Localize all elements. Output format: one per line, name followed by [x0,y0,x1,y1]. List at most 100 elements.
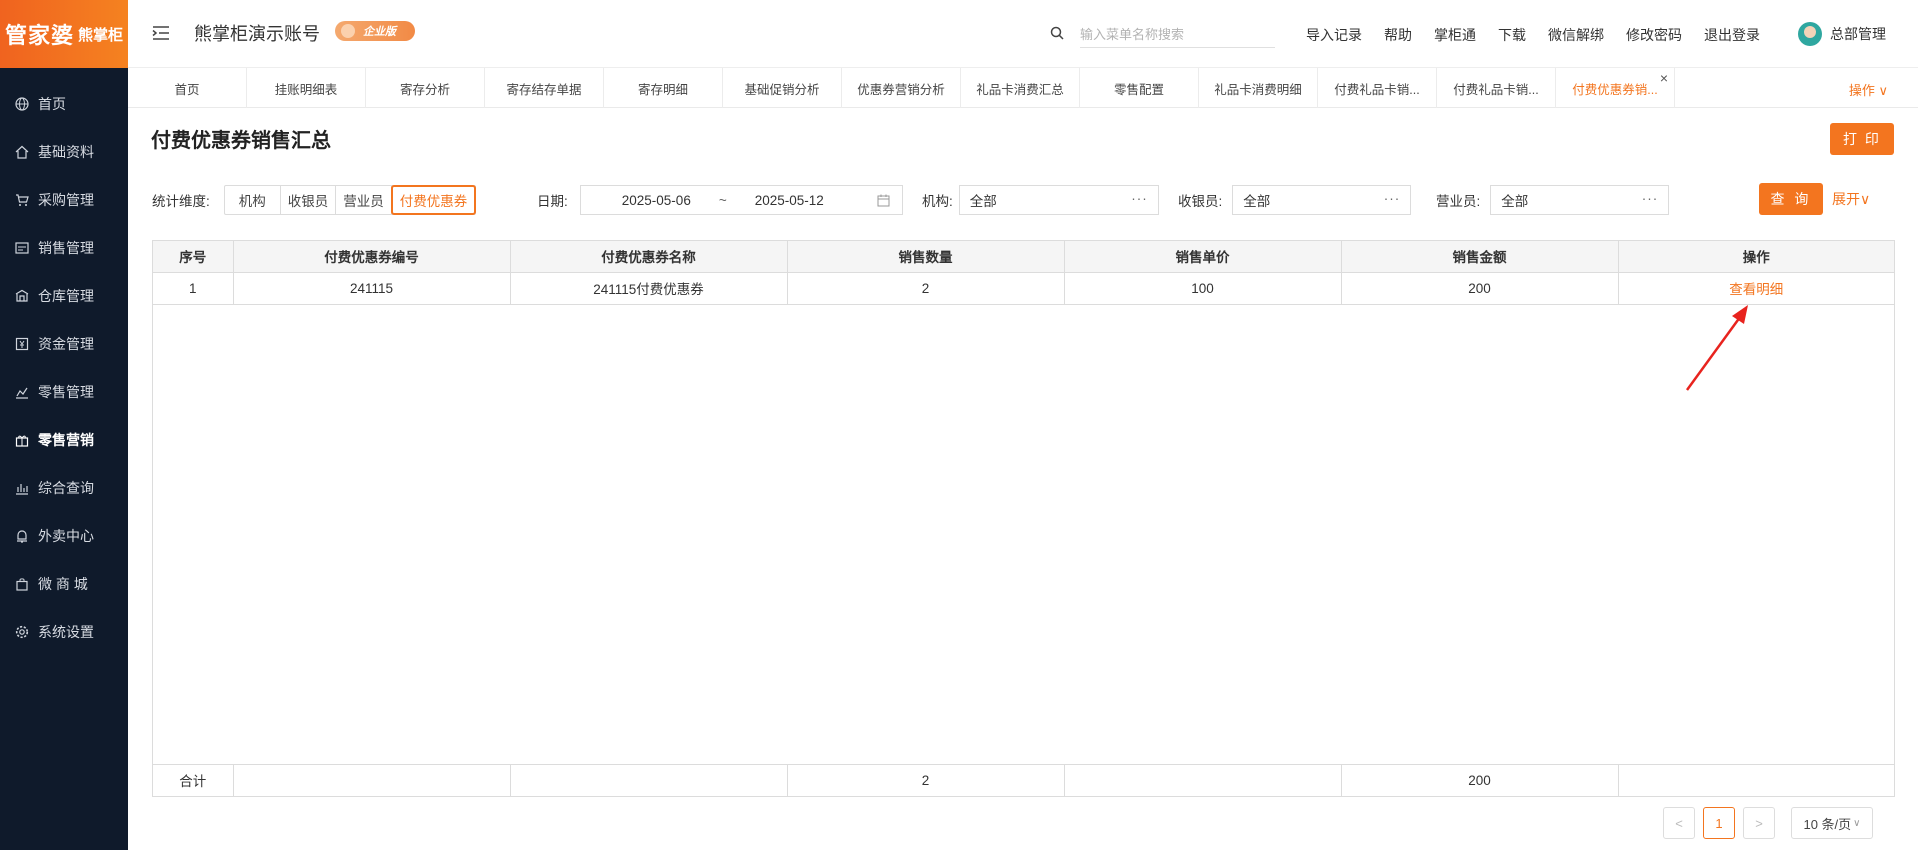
expand-toggle[interactable]: 展开∨ [1832,189,1870,209]
column-header[interactable]: 序号 [153,241,234,273]
print-button[interactable]: 打 印 [1830,123,1894,155]
cell-amount: 200 [1341,272,1619,305]
sidebar-item-retail[interactable]: 零售管理 [0,368,128,416]
sidebar-item-label: 综合查询 [38,480,94,496]
date-separator: ~ [718,192,727,208]
more-icon[interactable]: ··· [1642,191,1659,206]
more-icon[interactable]: ··· [1131,191,1148,206]
sidebar-item-label: 基础资料 [38,144,94,160]
menu-toggle-icon[interactable] [152,24,170,42]
total-row: 合计 2 200 [153,763,1894,796]
help-link[interactable]: 帮助 [1384,25,1412,45]
user-name: 总部管理 [1830,26,1886,42]
total-empty [1618,763,1894,796]
dimension-option-clerk[interactable]: 营业员 [336,186,392,214]
page-number-button[interactable]: 1 [1703,807,1735,839]
column-header[interactable]: 销售金额 [1341,241,1619,273]
dimension-option-coupon[interactable]: 付费优惠券 [390,185,477,215]
download-link[interactable]: 下载 [1498,25,1526,45]
sidebar-item-query[interactable]: 综合查询 [0,464,128,512]
chart-icon [14,384,30,400]
logout-link[interactable]: 退出登录 [1704,25,1760,45]
search-icon[interactable] [1050,26,1064,40]
star-icon [341,24,355,38]
clerk-filter: 营业员: 全部 ··· [1436,185,1670,215]
change-password-link[interactable]: 修改密码 [1626,25,1682,45]
wechat-unbind-link[interactable]: 微信解绑 [1548,25,1604,45]
query-button[interactable]: 查 询 [1759,183,1823,215]
cell-price: 100 [1064,272,1342,305]
tab-deposit-balance[interactable]: 寄存结存单据 [485,68,604,108]
money-icon [14,336,30,352]
total-amount: 200 [1341,763,1619,796]
table-row[interactable]: 1 241115 241115付费优惠券 2 100 200 查看明细 [153,272,1894,305]
clerk-select[interactable]: 全部 ··· [1490,185,1670,215]
org-value: 全部 [969,194,997,209]
data-table: 序号 付费优惠券编号 付费优惠券名称 销售数量 销售单价 销售金额 操作 1 2… [152,240,1895,797]
column-header[interactable]: 销售数量 [787,241,1065,273]
sidebar-menu: 首页 基础资料 采购管理 销售管理 仓库管理 资金管理 零售管理 零售营销 综合… [0,68,128,656]
tab-paid-giftcard-1[interactable]: 付费礼品卡销... [1318,68,1437,108]
sidebar-item-retail-marketing[interactable]: 零售营销 [0,416,128,464]
dimension-option-org[interactable]: 机构 [225,186,281,214]
sidebar-item-mall[interactable]: 微 商 城 [0,560,128,608]
sidebar-item-sales[interactable]: 销售管理 [0,224,128,272]
chevron-down-icon: ∨ [1853,817,1861,829]
tab-credit-detail[interactable]: 挂账明细表 [247,68,366,108]
column-header[interactable]: 付费优惠券编号 [233,241,511,273]
tab-operations-dropdown[interactable]: 操作 ∨ [1849,80,1888,99]
gift-icon [14,432,30,448]
calendar-icon [877,194,890,210]
date-range-picker[interactable]: 2025-05-06 ~ 2025-05-12 [579,185,903,215]
total-qty: 2 [787,763,1065,796]
logo-sub-text: 熊掌柜 [78,25,124,44]
zhangguitong-link[interactable]: 掌柜通 [1434,25,1476,45]
home-icon [14,144,30,160]
page-size-select[interactable]: 10 条/页 ∨ [1791,807,1873,839]
tab-retail-config[interactable]: 零售配置 [1080,68,1199,108]
sidebar-item-funds[interactable]: 资金管理 [0,320,128,368]
total-empty [233,763,511,796]
tab-paid-giftcard-2[interactable]: 付费礼品卡销... [1437,68,1556,108]
brand-logo[interactable]: 管家婆 熊掌柜 [0,0,128,68]
dimension-segment: 机构 收银员 营业员 付费优惠券 [223,185,477,215]
date-from: 2025-05-06 [621,192,691,208]
annotation-arrow [1685,305,1748,391]
sidebar-item-label: 零售营销 [38,432,94,448]
tab-paid-coupon-sales[interactable]: 付费优惠券销... × [1556,68,1675,108]
page-size-value: 10 条/页 [1803,816,1852,832]
tab-deposit-analysis[interactable]: 寄存分析 [366,68,485,108]
import-records-link[interactable]: 导入记录 [1306,25,1362,45]
tab-promo-analysis[interactable]: 基础促销分析 [723,68,842,108]
tab-giftcard-detail[interactable]: 礼品卡消费明细 [1199,68,1318,108]
tab-coupon-marketing[interactable]: 优惠券营销分析 [842,68,961,108]
page-title: 付费优惠券销售汇总 [151,130,331,152]
org-select[interactable]: 全部 ··· [958,185,1159,215]
tab-deposit-detail[interactable]: 寄存明细 [604,68,723,108]
prev-page-button[interactable]: < [1663,807,1695,839]
user-menu[interactable]: 总部管理 [1798,22,1886,46]
cashier-select[interactable]: 全部 ··· [1232,185,1412,215]
sidebar-item-settings[interactable]: 系统设置 [0,608,128,656]
column-header[interactable]: 销售单价 [1064,241,1342,273]
sidebar-item-warehouse[interactable]: 仓库管理 [0,272,128,320]
page-tabs: 首页 挂账明细表 寄存分析 寄存结存单据 寄存明细 基础促销分析 优惠券营销分析… [128,68,1918,108]
dimension-label: 统计维度: [152,194,210,209]
date-to: 2025-05-12 [754,192,824,208]
close-icon[interactable]: × [1660,70,1668,86]
sidebar-item-takeout[interactable]: 外卖中心 [0,512,128,560]
column-header[interactable]: 付费优惠券名称 [510,241,788,273]
clerk-value: 全部 [1501,194,1529,209]
sidebar-item-label: 零售管理 [38,384,94,400]
top-bar: 熊掌柜演示账号 企业版 导入记录 帮助 掌柜通 下载 微信解绑 修改密码 退出登… [128,0,1918,68]
next-page-button[interactable]: > [1743,807,1775,839]
sidebar-item-home[interactable]: 首页 [0,80,128,128]
dimension-option-cashier[interactable]: 收银员 [281,186,337,214]
tab-home[interactable]: 首页 [128,68,247,108]
more-icon[interactable]: ··· [1384,191,1401,206]
sidebar-item-purchase[interactable]: 采购管理 [0,176,128,224]
bag-icon [14,576,30,592]
tab-giftcard-summary[interactable]: 礼品卡消费汇总 [961,68,1080,108]
sidebar-item-basic-data[interactable]: 基础资料 [0,128,128,176]
menu-search-input[interactable] [1080,22,1275,48]
